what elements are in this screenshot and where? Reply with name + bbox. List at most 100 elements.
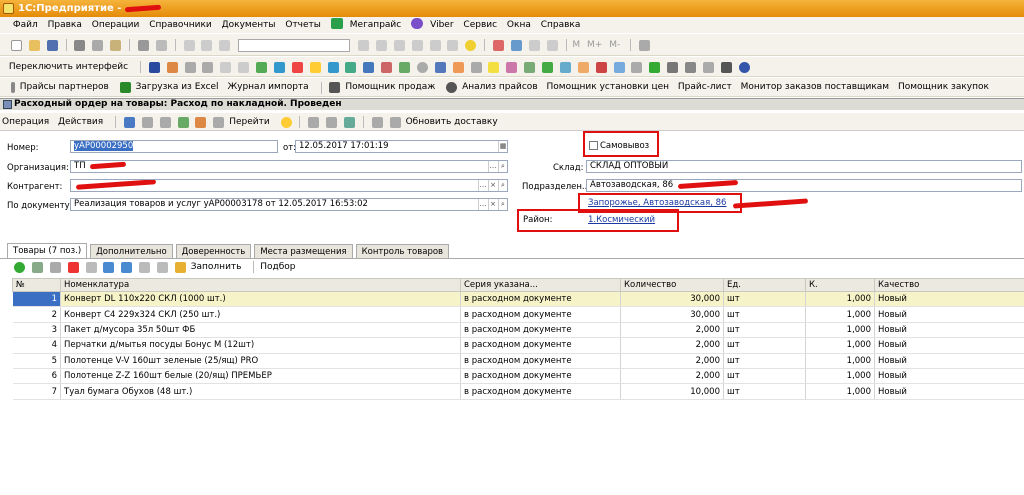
address-link[interactable]: Запорожье, Автозаводская, 86 [588,198,726,208]
sales-helper-button[interactable]: Помощник продаж [345,78,435,96]
find-prev-icon[interactable] [375,39,387,51]
menu-file[interactable]: Файл [13,17,38,33]
search-icon[interactable] [219,39,231,51]
camera-icon[interactable] [667,61,679,73]
copy-row-icon[interactable] [31,261,43,273]
table-row[interactable]: 7 Туал бумага Обухов (48 шт.) в расходно… [12,383,1024,400]
green-icon[interactable] [256,61,268,73]
info-icon[interactable] [738,61,750,73]
yellow-icon[interactable] [309,61,321,73]
col-quality[interactable]: Качество [874,278,1024,292]
tab-additional[interactable]: Дополнительно [90,244,173,259]
refresh-delivery-button[interactable]: Обновить доставку [406,113,498,131]
menu-operations[interactable]: Операции [92,17,140,33]
blue-icon[interactable] [273,61,285,73]
print-preview-icon[interactable] [155,39,167,51]
document-icon[interactable] [148,61,160,73]
table2-icon[interactable] [399,61,411,73]
bookmark-icon[interactable] [411,39,423,51]
truck-icon[interactable] [524,61,536,73]
sort-desc-icon[interactable] [157,261,168,273]
new-document-icon[interactable] [10,39,22,51]
journal-icon[interactable] [166,61,178,73]
pin-icon[interactable] [631,61,643,73]
edit-icon[interactable] [159,116,171,128]
report-icon[interactable] [184,61,196,73]
tie-icon[interactable] [720,61,732,73]
grid-icon[interactable] [238,61,250,73]
menu-megaprice[interactable]: Мегапрайс [330,17,401,33]
tree-icon[interactable] [220,61,232,73]
end-edit-icon[interactable] [85,261,97,273]
list-icon[interactable] [202,61,214,73]
actions-menu[interactable]: Действия [58,113,103,131]
tree2-icon[interactable] [542,61,554,73]
post-icon[interactable] [123,116,135,128]
select-contractor-button[interactable]: … [478,180,487,191]
gift-icon[interactable] [506,61,518,73]
sync-icon[interactable] [595,61,607,73]
save-icon[interactable] [46,39,58,51]
move-up-icon[interactable] [103,261,115,273]
search-input[interactable] [238,38,351,52]
menu-viber[interactable]: Viber [411,17,454,33]
table-row[interactable]: 3 Пакет д/мусора 35л 50шт ФБ в расходном… [12,322,1024,339]
copy-icon[interactable] [92,39,104,51]
open-folder-icon[interactable] [28,39,40,51]
redo-icon[interactable] [201,39,213,51]
create-based-icon[interactable] [177,116,189,128]
col-coefficient[interactable]: К. [805,278,875,292]
tab-goods-control[interactable]: Контроль товаров [355,244,450,259]
number-field[interactable]: уАР00002950 [70,140,278,153]
date-field[interactable]: 12.05.2017 17:01:19 ▦ [295,140,508,153]
movements-icon[interactable] [326,116,338,128]
table-row[interactable]: 6 Полотенце Z-Z 160шт белые (20/ящ) ПРЕМ… [12,368,1024,385]
tab-goods[interactable]: Товары (7 поз.) [7,243,88,259]
calendar2-icon[interactable] [434,61,446,73]
switch-interface-button[interactable]: Переключить интерфейс [9,57,128,76]
help-icon[interactable] [465,39,477,51]
price-list-button[interactable]: Прайс-лист [678,78,732,96]
purchase-helper-button[interactable]: Помощник закупок [898,78,989,96]
calculator-icon[interactable] [493,39,504,51]
col-quantity[interactable]: Количество [620,278,724,292]
checkmark-icon[interactable] [649,61,661,73]
tab-locations[interactable]: Места размещения [254,244,353,259]
help-doc-icon[interactable] [280,116,292,128]
delivery-icon[interactable] [389,116,401,128]
menu-documents[interactable]: Документы [222,17,276,33]
print-icon[interactable] [137,39,149,51]
clear-contractor-button[interactable]: × [488,180,497,191]
copy-doc-icon[interactable] [141,116,153,128]
move-down-icon[interactable] [121,261,133,273]
search-basis-icon[interactable]: ⌕ [498,199,507,210]
menu-reports[interactable]: Отчеты [285,17,321,33]
calendar-icon[interactable] [510,39,522,51]
basis-document-field[interactable]: Реализация товаров и услуг уАР00003178 о… [70,198,508,211]
film-icon[interactable] [685,61,697,73]
printer-icon[interactable] [702,61,714,73]
memory-minus-button[interactable]: M- [609,34,620,55]
partner-prices-button[interactable]: Прайсы партнеров [20,78,109,96]
sort-asc-icon[interactable] [139,261,151,273]
organization-field[interactable]: ТП … ⌕ [70,160,508,173]
warning-icon[interactable] [488,61,500,73]
table-row[interactable]: 1 Конверт DL 110x220 СКЛ (1000 шт.) в ра… [12,291,1024,308]
edit-row-icon[interactable] [49,261,61,273]
replace-icon[interactable] [393,39,405,51]
self-pickup-checkbox[interactable] [589,141,598,150]
settings-icon[interactable] [638,39,650,51]
print-doc-icon[interactable] [213,116,225,128]
select-button[interactable]: Подбор [260,260,295,274]
user-icon[interactable] [470,61,482,73]
search-contractor-icon[interactable]: ⌕ [498,180,507,191]
structure-icon[interactable] [195,116,207,128]
menu-help[interactable]: Справка [541,17,581,33]
tab-power-of-attorney[interactable]: Доверенность [175,244,252,259]
menu-windows[interactable]: Окна [507,17,531,33]
table-row[interactable]: 2 Конверт С4 229x324 СКЛ (250 шт.) в рас… [12,306,1024,323]
diamond-icon[interactable] [327,61,339,73]
select-organization-button[interactable]: … [488,161,497,172]
arrows-icon[interactable] [613,61,625,73]
find-next-icon[interactable] [358,39,369,51]
